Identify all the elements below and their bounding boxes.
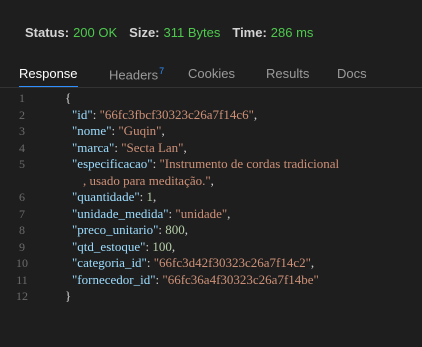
line-number: 1	[19, 91, 25, 105]
tabs-divider	[0, 87, 422, 88]
size-label: Size:	[129, 25, 160, 40]
json-value: 100	[152, 238, 172, 254]
line-number: 7	[19, 206, 25, 221]
json-value: "Secta Lan"	[121, 139, 184, 155]
code-line-wrap: , usado para meditação.",	[83, 172, 214, 188]
line-number: 12	[16, 289, 28, 303]
json-value: "66fc36a4f30323c26a7f14be"	[162, 271, 319, 287]
close-brace: }	[65, 288, 72, 303]
line-number: 9	[19, 239, 25, 254]
code-line: 6 "quantidade": 1,	[0, 189, 422, 206]
time-value: 286 ms	[270, 25, 314, 40]
line-number: 6	[19, 190, 25, 204]
tab-docs-label: Docs	[337, 66, 367, 81]
line-number: 8	[19, 223, 25, 237]
json-key: "especificacao"	[72, 156, 153, 171]
json-key: "unidade_medida"	[72, 205, 169, 221]
json-key: "categoria_id"	[72, 255, 147, 270]
line-number: 4	[19, 140, 25, 155]
response-status-bar: Status: 200 OK Size: 311 Bytes Time: 286…	[25, 25, 325, 40]
code-line: 3 "nome": "Guqin",	[0, 123, 422, 140]
tab-response-label: Response	[19, 66, 78, 81]
headers-count-badge: 7	[159, 66, 165, 76]
tab-cookies-label: Cookies	[188, 66, 235, 81]
json-value: "unidade"	[175, 205, 228, 221]
tab-results-label: Results	[266, 66, 310, 81]
code-line: 1 {	[0, 90, 422, 107]
code-line: 12 }	[0, 288, 422, 305]
json-value: "Instrumento de cordas tradicional	[159, 156, 340, 171]
line-number: 10	[16, 256, 28, 270]
json-value: "66fc3fbcf30323c26a7f14c6"	[99, 106, 254, 122]
json-key: "marca"	[72, 139, 115, 155]
code-line: 10 "categoria_id": "66fc3d42f30323c26a7f…	[0, 255, 422, 272]
line-number: 5	[19, 157, 25, 171]
json-value: 800	[165, 222, 185, 237]
status-value: 200 OK	[73, 25, 118, 40]
json-key: "qtd_estoque"	[72, 238, 146, 254]
json-value: "Guqin"	[118, 123, 162, 138]
tab-response[interactable]: Response	[19, 66, 78, 88]
code-line: 5 "especificacao": "Instrumento de corda…	[0, 156, 422, 173]
json-key: "id"	[72, 106, 93, 122]
response-tabs: Response Headers7 Cookies Results Docs	[0, 66, 422, 88]
line-number: 2	[19, 107, 25, 122]
size-group: Size: 311 Bytes	[129, 25, 220, 40]
json-key: "preco_unitario"	[72, 222, 159, 237]
line-number: 3	[19, 124, 25, 138]
json-key: "nome"	[72, 123, 112, 138]
tab-docs[interactable]: Docs	[337, 66, 367, 86]
tab-cookies[interactable]: Cookies	[188, 66, 235, 86]
tab-headers-label: Headers	[109, 67, 159, 83]
tab-results[interactable]: Results	[266, 66, 309, 86]
status-label: Status:	[25, 25, 70, 40]
code-line: 8 "preco_unitario": 800,	[0, 222, 422, 239]
json-key: "quantidade"	[72, 189, 140, 204]
json-value-continuation: , usado para meditação."	[83, 172, 211, 188]
time-label: Time:	[232, 25, 267, 40]
time-group: Time: 286 ms	[232, 25, 313, 40]
code-line: 9 "qtd_estoque": 100,	[0, 239, 422, 256]
json-value: "66fc3d42f30323c26a7f14c2"	[153, 255, 311, 270]
code-line: 7 "unidade_medida": "unidade",	[0, 206, 422, 223]
code-line: 11 "fornecedor_id": "66fc36a4f30323c26a7…	[0, 272, 422, 289]
json-key: "fornecedor_id"	[72, 271, 156, 287]
tab-headers[interactable]: Headers7	[109, 66, 164, 87]
open-brace: {	[65, 90, 72, 105]
line-number: 11	[16, 272, 28, 287]
json-response-body[interactable]: 1 { 2 "id": "66fc3fbcf30323c26a7f14c6", …	[0, 90, 422, 305]
status-group: Status: 200 OK	[25, 25, 117, 40]
size-value: 311 Bytes	[163, 25, 221, 40]
code-line: 4 "marca": "Secta Lan",	[0, 140, 422, 157]
code-line: 2 "id": "66fc3fbcf30323c26a7f14c6",	[0, 107, 422, 124]
